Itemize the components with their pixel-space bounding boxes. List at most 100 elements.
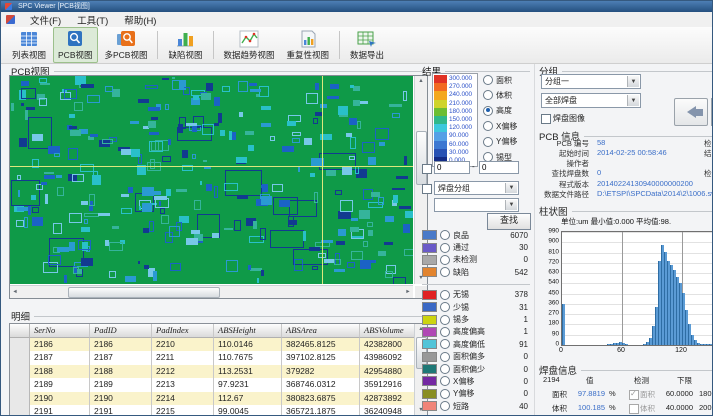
- pad-group-dropdown[interactable]: 焊盘分组 ▼: [434, 181, 519, 195]
- toolbar-button-0[interactable]: 列表视图: [7, 27, 51, 63]
- pad-image-checkbox[interactable]: [541, 114, 551, 124]
- menu-item-0[interactable]: 文件(F): [22, 13, 69, 27]
- column-header-absheight[interactable]: ABSHeight: [214, 324, 282, 338]
- pcb-pad: [87, 95, 100, 103]
- row-selector[interactable]: [10, 351, 30, 365]
- radio-icon[interactable]: [483, 137, 493, 147]
- column-header-serno[interactable]: SerNo: [30, 324, 90, 338]
- menu-item-1[interactable]: 工具(T): [69, 13, 116, 27]
- pcb-pad: [353, 86, 359, 91]
- scroll-left-icon[interactable]: ◄: [10, 286, 20, 298]
- pad-filter-dropdown[interactable]: 全部焊盘 ▼: [541, 93, 641, 108]
- metric-option-1[interactable]: 体积: [483, 90, 512, 100]
- radio-icon[interactable]: [440, 267, 450, 277]
- radio-icon[interactable]: [440, 339, 450, 349]
- radio-icon[interactable]: [483, 121, 493, 131]
- metric-option-4[interactable]: Y偏移: [483, 137, 517, 147]
- pad-info-check-icon[interactable]: [629, 390, 639, 400]
- toolbar-button-1[interactable]: PCB视图: [53, 27, 97, 63]
- radio-icon[interactable]: [440, 243, 450, 253]
- stat-row-2[interactable]: 未检测0: [422, 254, 530, 266]
- range-from-input[interactable]: [434, 161, 470, 174]
- radio-icon[interactable]: [440, 352, 450, 362]
- table-row[interactable]: 218721872211110.7675397102.812543986092: [10, 351, 427, 365]
- toolbar-button-3[interactable]: 缺陷视图: [163, 27, 207, 63]
- radio-icon[interactable]: [483, 90, 493, 100]
- radio-icon[interactable]: [440, 364, 450, 374]
- radio-icon[interactable]: [440, 389, 450, 399]
- toolbar-button-5[interactable]: 重复性视图: [282, 27, 335, 63]
- row-selector[interactable]: [10, 365, 30, 379]
- stat-row-13[interactable]: 短路40: [422, 400, 530, 412]
- pad-group-sub-dropdown[interactable]: ▼: [434, 198, 519, 212]
- radio-icon[interactable]: [440, 315, 450, 325]
- detail-table[interactable]: SerNoPadIDPadIndexABSHeightABSAreaABSVol…: [9, 323, 428, 416]
- stat-row-4[interactable]: 无锡378: [422, 289, 530, 301]
- column-header-padindex[interactable]: PadIndex: [152, 324, 214, 338]
- metric-option-3[interactable]: X偏移: [483, 121, 517, 131]
- column-header-padid[interactable]: PadID: [90, 324, 152, 338]
- radio-icon[interactable]: [440, 327, 450, 337]
- stat-row-10[interactable]: 面积偏少0: [422, 363, 530, 375]
- radio-icon[interactable]: [483, 75, 493, 85]
- row-selector[interactable]: [10, 378, 30, 392]
- stat-row-9[interactable]: 面积偏多0: [422, 351, 530, 363]
- stat-row-0[interactable]: 良品6070: [422, 229, 530, 241]
- scrollbar-thumb[interactable]: [416, 131, 427, 185]
- pcb-pad: [149, 141, 163, 152]
- previous-pcb-button[interactable]: [674, 98, 708, 126]
- column-header-absvolume[interactable]: ABSVolume: [360, 324, 415, 338]
- pad-group-checkbox[interactable]: [422, 184, 432, 194]
- stat-row-5[interactable]: 少锡31: [422, 301, 530, 313]
- row-selector[interactable]: [10, 405, 30, 416]
- table-row[interactable]: 21912191221599.0045365721.187536240948: [10, 405, 427, 416]
- group-dropdown[interactable]: 分组一 ▼: [541, 74, 641, 89]
- column-header-absarea[interactable]: ABSArea: [282, 324, 360, 338]
- radio-icon[interactable]: [440, 255, 450, 265]
- toolbar-button-6[interactable]: 数据导出: [345, 27, 389, 63]
- table-cell: 2215: [152, 405, 214, 416]
- scroll-right-icon[interactable]: ►: [403, 286, 413, 298]
- gridline: [562, 253, 712, 254]
- stat-row-3[interactable]: 缺陷542: [422, 266, 530, 278]
- toolbar-button-4[interactable]: 数据趋势视图: [219, 27, 280, 63]
- radio-icon[interactable]: [440, 230, 450, 240]
- pcb-pad: [358, 101, 368, 104]
- title-bar[interactable]: SPC Viewer [PCB视图]: [1, 1, 712, 12]
- pcb-pad: [403, 91, 407, 101]
- pcb-canvas[interactable]: [10, 76, 413, 284]
- table-row[interactable]: 219021902214112.67380823.687542873892: [10, 392, 427, 406]
- stat-row-6[interactable]: 锡多1: [422, 313, 530, 325]
- stat-row-7[interactable]: 高度偏高1: [422, 326, 530, 338]
- radio-icon[interactable]: [483, 106, 493, 116]
- pcb-horizontal-scrollbar[interactable]: ◄ ►: [10, 285, 413, 298]
- metric-option-0[interactable]: 面积: [483, 75, 512, 85]
- defect-statistics-list: 良品6070通过30未检测0缺陷542 无锡378少锡31锡多1高度偏高1高度偏低…: [422, 229, 530, 412]
- range-to-input[interactable]: [479, 161, 519, 174]
- radio-icon[interactable]: [440, 401, 450, 411]
- range-filter-checkbox[interactable]: [422, 164, 432, 174]
- menu-item-2[interactable]: 帮助(H): [116, 13, 164, 27]
- pad-info-check-icon[interactable]: [629, 404, 639, 414]
- radio-icon[interactable]: [440, 376, 450, 386]
- row-selector[interactable]: [10, 338, 30, 352]
- repeat-view-icon: [297, 30, 319, 48]
- radio-icon[interactable]: [440, 290, 450, 300]
- stat-row-12[interactable]: Y偏移0: [422, 388, 530, 400]
- stat-row-8[interactable]: 高度偏低91: [422, 338, 530, 350]
- row-selector[interactable]: [10, 392, 30, 406]
- radio-icon[interactable]: [440, 302, 450, 312]
- table-row[interactable]: 218621862210110.0146382465.812542382800: [10, 338, 427, 352]
- table-row[interactable]: 21892189221397.9231368746.031235912916: [10, 378, 427, 392]
- search-button[interactable]: 查找: [487, 213, 531, 230]
- toolbar-button-2[interactable]: 多PCB视图: [100, 27, 153, 63]
- metric-option-2[interactable]: 高度: [483, 106, 512, 116]
- pcb-pad: [315, 83, 318, 90]
- stat-row-1[interactable]: 通过30: [422, 241, 530, 253]
- stat-row-11[interactable]: X偏移0: [422, 375, 530, 387]
- scrollbar-thumb[interactable]: [68, 287, 220, 298]
- color-scale-row: 90.000: [434, 132, 476, 140]
- table-cell: 110.7675: [214, 351, 282, 365]
- pcb-pad: [84, 219, 89, 224]
- table-row[interactable]: 218821882212113.253137928242954880: [10, 365, 427, 379]
